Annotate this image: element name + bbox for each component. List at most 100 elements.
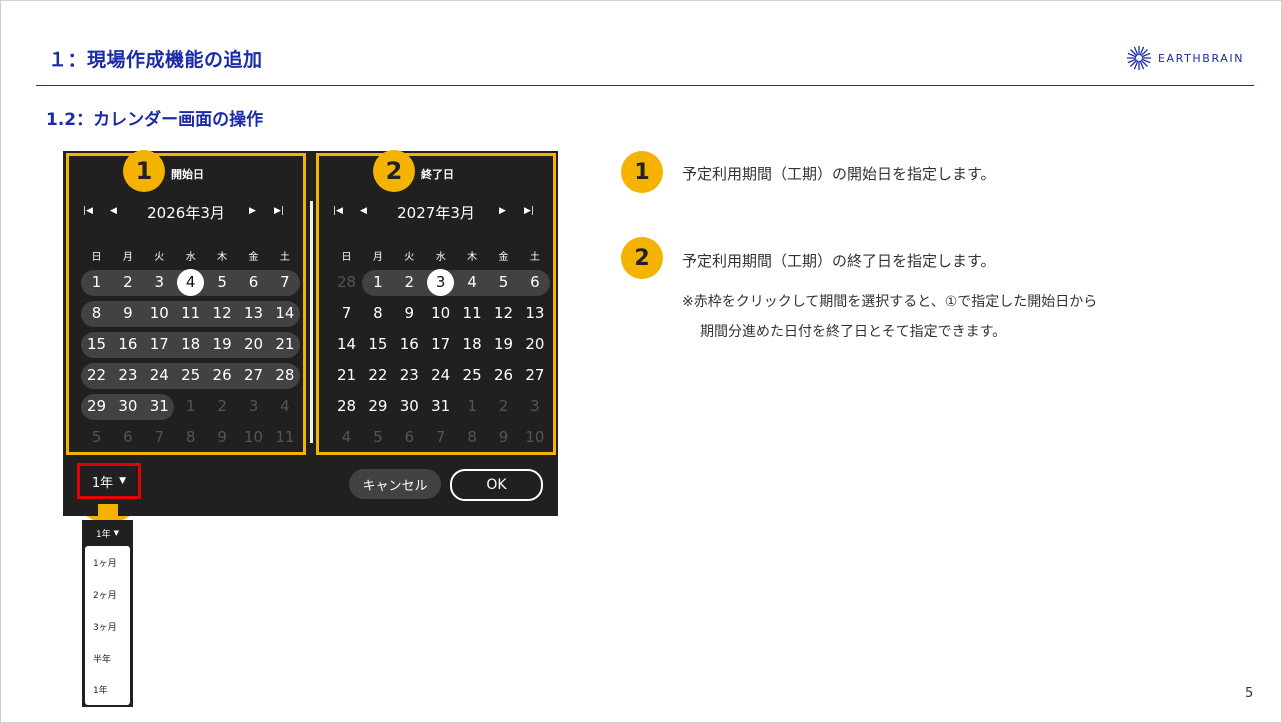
- calendar-day[interactable]: 2: [488, 391, 519, 422]
- calendar-day[interactable]: 13: [238, 298, 269, 329]
- calendar-day[interactable]: 2: [112, 267, 143, 298]
- option-1-year[interactable]: 1年: [93, 683, 108, 696]
- calendar-day[interactable]: 20: [519, 329, 550, 360]
- calendar-day[interactable]: 18: [175, 329, 206, 360]
- calendar-day[interactable]: 27: [519, 360, 550, 391]
- calendar-day[interactable]: 1: [362, 267, 393, 298]
- calendar-day[interactable]: 16: [112, 329, 143, 360]
- calendar-day[interactable]: 10: [425, 298, 456, 329]
- calendar-day[interactable]: 25: [457, 360, 488, 391]
- calendar-day[interactable]: 6: [112, 422, 143, 453]
- calendar-day[interactable]: 17: [425, 329, 456, 360]
- calendar-day[interactable]: 1: [81, 267, 112, 298]
- calendar-day[interactable]: 8: [362, 298, 393, 329]
- calendar-day[interactable]: 27: [238, 360, 269, 391]
- calendar-day[interactable]: 11: [457, 298, 488, 329]
- calendar-day[interactable]: 28: [269, 360, 300, 391]
- calendar-day[interactable]: 17: [144, 329, 175, 360]
- calendar-day[interactable]: 24: [425, 360, 456, 391]
- calendar-day[interactable]: 5: [81, 422, 112, 453]
- calendar-day[interactable]: 14: [269, 298, 300, 329]
- calendar-day[interactable]: 21: [331, 360, 362, 391]
- calendar-day[interactable]: 5: [488, 267, 519, 298]
- option-3-months[interactable]: 3ヶ月: [93, 620, 117, 633]
- calendar-day[interactable]: 14: [331, 329, 362, 360]
- calendar-day[interactable]: 23: [394, 360, 425, 391]
- calendar-day[interactable]: 3: [425, 267, 456, 298]
- calendar-day[interactable]: 15: [81, 329, 112, 360]
- calendar-day[interactable]: 29: [81, 391, 112, 422]
- dropdown-current[interactable]: 1年 ▼: [82, 520, 133, 546]
- calendar-day[interactable]: 10: [519, 422, 550, 453]
- option-2-months[interactable]: 2ヶ月: [93, 588, 117, 601]
- caret-down-icon: ▼: [113, 529, 120, 537]
- calendar-day[interactable]: 8: [175, 422, 206, 453]
- calendar-day[interactable]: 26: [207, 360, 238, 391]
- calendar-day[interactable]: 12: [207, 298, 238, 329]
- calendar-day[interactable]: 9: [394, 298, 425, 329]
- calendar-day[interactable]: 7: [425, 422, 456, 453]
- calendar-day[interactable]: 13: [519, 298, 550, 329]
- calendar-day[interactable]: 1: [457, 391, 488, 422]
- calendar-day[interactable]: 30: [394, 391, 425, 422]
- calendar-day[interactable]: 29: [362, 391, 393, 422]
- calendar-day[interactable]: 22: [362, 360, 393, 391]
- calendar-day[interactable]: 16: [394, 329, 425, 360]
- calendar-day[interactable]: 5: [207, 267, 238, 298]
- ok-button[interactable]: OK: [450, 469, 543, 501]
- calendar-day[interactable]: 20: [238, 329, 269, 360]
- calendar-day[interactable]: 4: [175, 267, 206, 298]
- calendar-day[interactable]: 3: [144, 267, 175, 298]
- calendar-day[interactable]: 12: [488, 298, 519, 329]
- calendar-day[interactable]: 11: [175, 298, 206, 329]
- calendar-day[interactable]: 31: [425, 391, 456, 422]
- calendar-day[interactable]: 25: [175, 360, 206, 391]
- period-select[interactable]: 1年 ▼: [77, 463, 141, 499]
- calendar-day[interactable]: 28: [331, 391, 362, 422]
- calendar-day[interactable]: 5: [362, 422, 393, 453]
- calendar-day[interactable]: 3: [519, 391, 550, 422]
- calendar-day[interactable]: 30: [112, 391, 143, 422]
- calendar-day[interactable]: 26: [488, 360, 519, 391]
- calendar-day[interactable]: 6: [519, 267, 550, 298]
- calendar-day[interactable]: 28: [331, 267, 362, 298]
- calendar-day[interactable]: 7: [331, 298, 362, 329]
- calendar-day[interactable]: 23: [112, 360, 143, 391]
- calendar-day[interactable]: 2: [394, 267, 425, 298]
- calendar-day[interactable]: 19: [488, 329, 519, 360]
- calendar-day[interactable]: 7: [144, 422, 175, 453]
- calendar-day[interactable]: 1: [175, 391, 206, 422]
- option-1-month[interactable]: 1ヶ月: [93, 556, 117, 569]
- calendar-day[interactable]: 11: [269, 422, 300, 453]
- calendar-day[interactable]: 3: [238, 391, 269, 422]
- calendar-day[interactable]: 8: [457, 422, 488, 453]
- note-line-2: 期間分進めた日付を終了日とそて指定できます。: [700, 324, 1007, 340]
- calendar-day[interactable]: 18: [457, 329, 488, 360]
- calendar-day[interactable]: 6: [238, 267, 269, 298]
- calendar-day[interactable]: 24: [144, 360, 175, 391]
- cancel-button[interactable]: キャンセル: [349, 469, 441, 499]
- option-half-year[interactable]: 半年: [93, 652, 111, 665]
- calendar-day[interactable]: 10: [144, 298, 175, 329]
- calendar-day[interactable]: 21: [269, 329, 300, 360]
- calendar-day[interactable]: 6: [394, 422, 425, 453]
- calendar-day[interactable]: 9: [207, 422, 238, 453]
- calendar-day[interactable]: 8: [81, 298, 112, 329]
- calendar-day[interactable]: 4: [457, 267, 488, 298]
- next-month-icon[interactable]: ▶: [499, 206, 506, 216]
- calendar-day[interactable]: 22: [81, 360, 112, 391]
- calendar-day[interactable]: 15: [362, 329, 393, 360]
- calendar-day[interactable]: 7: [269, 267, 300, 298]
- calendar-day[interactable]: 9: [112, 298, 143, 329]
- last-page-icon[interactable]: ▶|: [524, 206, 534, 216]
- calendar-day[interactable]: 19: [207, 329, 238, 360]
- calendar-day[interactable]: 2: [207, 391, 238, 422]
- calendar-day[interactable]: 10: [238, 422, 269, 453]
- calendar-day[interactable]: 4: [331, 422, 362, 453]
- last-page-icon[interactable]: ▶|: [274, 206, 284, 216]
- next-month-icon[interactable]: ▶: [249, 206, 256, 216]
- calendar-day[interactable]: 31: [144, 391, 175, 422]
- calendar-day[interactable]: 4: [269, 391, 300, 422]
- calendar-day[interactable]: 9: [488, 422, 519, 453]
- section-title: 1.2：カレンダー画面の操作: [46, 110, 264, 130]
